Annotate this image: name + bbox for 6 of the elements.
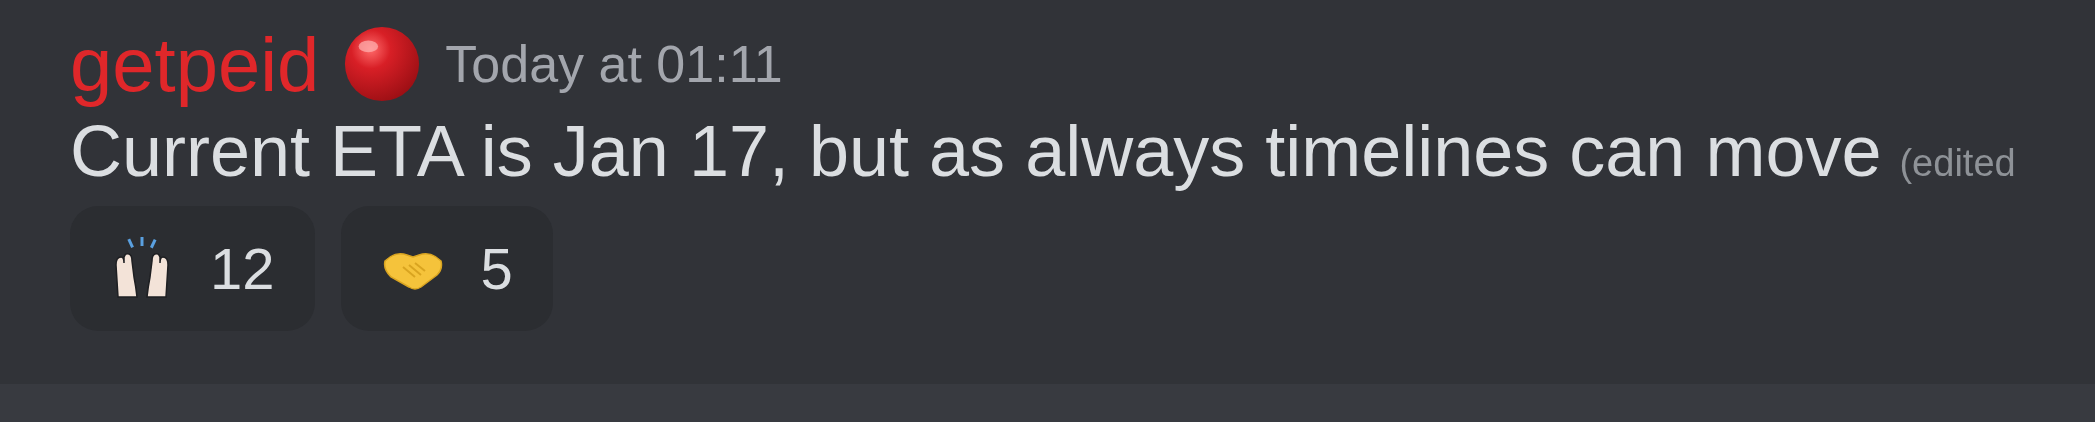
edited-label: (edited	[1899, 142, 2016, 185]
message-text: Current ETA is Jan 17, but as always timelines can move	[70, 110, 1882, 192]
timestamp: Today at 01:11	[445, 34, 783, 94]
ball-icon	[343, 25, 422, 103]
reaction-button[interactable]: 5	[340, 206, 553, 331]
reaction-button[interactable]: 12	[70, 206, 315, 331]
